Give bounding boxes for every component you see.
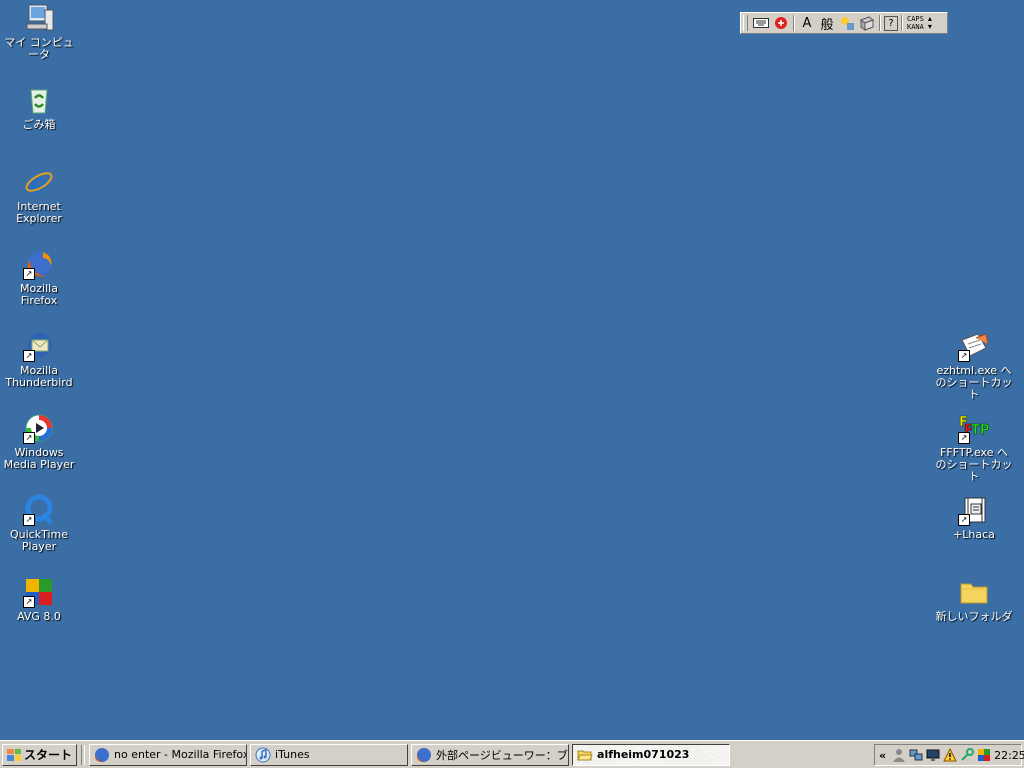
recycle-bin-icon <box>23 84 55 116</box>
folder-open-icon <box>577 747 593 763</box>
firefox-icon <box>94 747 110 763</box>
windows-media-player-icon: ↗ <box>23 412 55 444</box>
avg-icon: ↗ <box>23 576 55 608</box>
icon-label: FFFTP.exe へ のショートカット <box>935 446 1013 483</box>
desktop-icon-quicktime[interactable]: ↗ QuickTime Player <box>0 494 78 553</box>
langbar-separator <box>901 15 903 31</box>
avg-tray-icon[interactable] <box>977 748 991 762</box>
icon-label: Mozilla Thunderbird <box>5 364 73 389</box>
system-tray: « 22:25 <box>874 744 1024 766</box>
icon-label: ezhtml.exe へ のショートカット <box>935 364 1013 401</box>
task-button-firefox-no-enter[interactable]: no enter - Mozilla Firefox <box>89 743 248 766</box>
folder-icon <box>958 576 990 608</box>
caps-kana-indicator: CAPS KANA <box>907 15 924 31</box>
network-icon[interactable] <box>909 748 923 762</box>
ezhtml-icon: ↗ <box>958 330 990 362</box>
icon-label: ごみ箱 <box>22 118 56 131</box>
start-label: スタート <box>24 748 73 762</box>
shortcut-arrow-icon: ↗ <box>23 596 35 608</box>
desktop-icon-ffftp-shortcut[interactable]: F F TP ↗ FFFTP.exe へ のショートカット <box>935 412 1013 483</box>
itunes-icon <box>255 747 271 763</box>
icon-label: +Lhaca <box>953 528 995 541</box>
langbar-grip[interactable] <box>743 15 748 31</box>
shortcut-arrow-icon: ↗ <box>23 350 35 362</box>
task-label: no enter - Mozilla Firefox <box>114 748 248 761</box>
svg-text:e: e <box>30 167 47 198</box>
lhaca-icon: ↗ <box>958 494 990 526</box>
dictionary-icon[interactable] <box>858 14 876 32</box>
langbar-separator <box>879 15 881 31</box>
keyboard-icon[interactable] <box>752 14 770 32</box>
desktop-icon-lhaca[interactable]: ↗ +Lhaca <box>935 494 1013 541</box>
task-button-itunes[interactable]: iTunes <box>250 743 409 766</box>
user-icon[interactable] <box>892 748 906 762</box>
internet-explorer-icon: e <box>23 166 55 200</box>
task-button-folder-alfheim[interactable]: alfheim071023 <box>572 743 731 766</box>
thunderbird-icon: ↗ <box>23 330 55 362</box>
langbar-separator <box>793 15 795 31</box>
shortcut-arrow-icon: ↗ <box>958 514 970 526</box>
desktop: マイ コンピュータ ごみ箱 e Internet Explorer ↗ Mozi… <box>0 0 1024 740</box>
task-label: iTunes <box>275 748 310 761</box>
conversion-mode-button[interactable]: 般 <box>818 14 836 33</box>
svg-text:TP: TP <box>971 423 989 438</box>
desktop-icon-new-folder[interactable]: 新しいフォルダ <box>935 576 1013 623</box>
security-alert-icon[interactable] <box>943 747 957 762</box>
desktop-icon-firefox[interactable]: ↗ Mozilla Firefox <box>0 248 78 307</box>
desktop-icon-recycle-bin[interactable]: ごみ箱 <box>0 84 78 131</box>
desktop-icon-windows-media-player[interactable]: ↗ Windows Media Player <box>0 412 78 471</box>
taskbar: スタート no enter - Mozilla Firefox iTunes 外… <box>0 740 1024 768</box>
desktop-icon-ezhtml-shortcut[interactable]: ↗ ezhtml.exe へ のショートカット <box>935 330 1013 401</box>
desktop-icon-internet-explorer[interactable]: e Internet Explorer <box>0 166 78 225</box>
firefox-icon <box>416 747 432 763</box>
icon-label: AVG 8.0 <box>17 610 61 623</box>
desktop-icon-avg[interactable]: ↗ AVG 8.0 <box>0 576 78 623</box>
kana-label: KANA <box>907 23 924 31</box>
tool-tray-icon[interactable] <box>960 748 975 762</box>
task-button-firefox-external-viewer[interactable]: 外部ページビューワー：ブッ... <box>411 743 570 766</box>
icon-label: マイ コンピュータ <box>4 36 74 61</box>
caps-label: CAPS <box>907 15 924 23</box>
tray-expand-button[interactable]: « <box>879 749 886 762</box>
help-label: ? <box>888 17 894 29</box>
firefox-icon: ↗ <box>23 248 55 280</box>
task-label: alfheim071023 <box>597 748 690 761</box>
tool-icon[interactable] <box>838 14 856 32</box>
ffftp-icon: F F TP ↗ <box>958 412 990 444</box>
icon-label: Windows Media Player <box>3 446 75 471</box>
icon-label: Internet Explorer <box>16 200 62 225</box>
my-computer-icon <box>23 2 55 34</box>
shortcut-arrow-icon: ↗ <box>958 350 970 362</box>
ime-pad-icon[interactable] <box>772 14 790 32</box>
ime-language-bar[interactable]: A 般 ? CAPS KANA ▴ ▾ <box>740 12 948 34</box>
windows-flag-icon <box>7 748 21 761</box>
display-icon[interactable] <box>926 748 940 762</box>
icon-label: QuickTime Player <box>9 528 69 553</box>
shortcut-arrow-icon: ↗ <box>23 432 35 444</box>
help-button[interactable]: ? <box>884 15 898 31</box>
shortcut-arrow-icon: ↗ <box>23 268 35 280</box>
icon-label: Mozilla Firefox <box>20 282 58 307</box>
shortcut-arrow-icon: ↗ <box>958 432 970 444</box>
shortcut-arrow-icon: ↗ <box>23 514 35 526</box>
icon-label: 新しいフォルダ <box>935 610 1013 623</box>
langbar-options-icon[interactable]: ▴ ▾ <box>928 15 932 31</box>
input-mode-button[interactable]: A <box>798 14 816 32</box>
desktop-icon-thunderbird[interactable]: ↗ Mozilla Thunderbird <box>0 330 78 389</box>
clock[interactable]: 22:25 <box>994 749 1024 762</box>
start-button[interactable]: スタート <box>2 743 78 766</box>
desktop-icon-my-computer[interactable]: マイ コンピュータ <box>0 2 78 61</box>
task-label: 外部ページビューワー：ブッ... <box>436 748 568 762</box>
taskbar-separator <box>81 744 86 765</box>
quicktime-icon: ↗ <box>23 494 55 526</box>
